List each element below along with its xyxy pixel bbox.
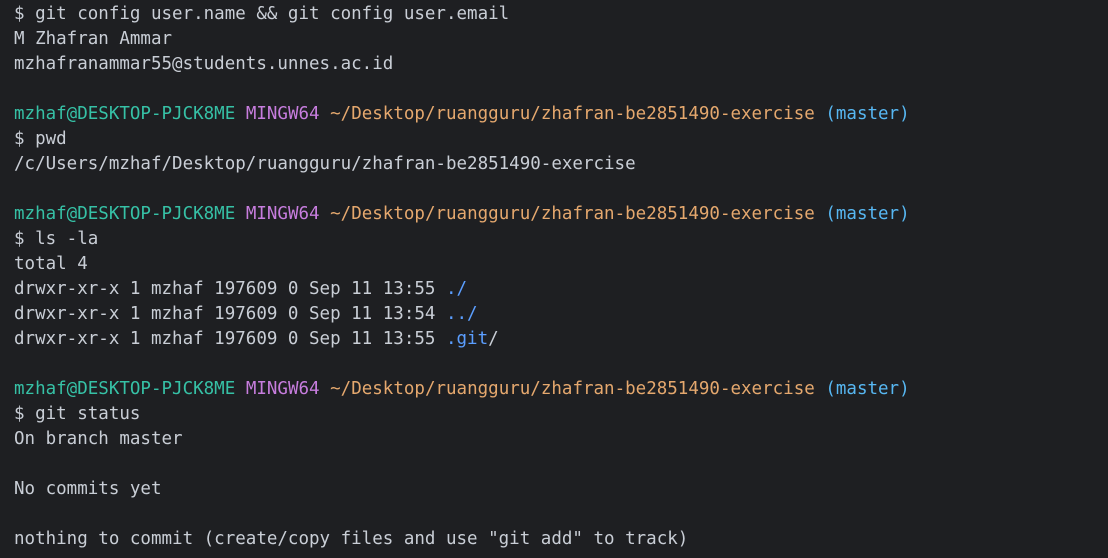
ls-row-meta: drwxr-xr-x 1 mzhaf 197609 0 Sep 11 13:55 (14, 279, 446, 299)
ls-row: drwxr-xr-x 1 mzhaf 197609 0 Sep 11 13:54… (14, 302, 1108, 327)
ls-row-name: .git (445, 329, 489, 349)
prompt-cwd: ~/Desktop/ruangguru/zhafran-be2851490-ex… (330, 104, 815, 124)
command-line: $ git status (14, 404, 141, 424)
prompt-branch-close: ) (899, 104, 910, 124)
prompt-msys: MINGW64 (245, 204, 320, 224)
output-line: nothing to commit (create/copy files and… (14, 529, 689, 549)
prompt-branch-open: ( (825, 204, 836, 224)
shell-prompt: mzhaf@DESKTOP-PJCK8ME MINGW64 ~/Desktop/… (14, 102, 1108, 127)
ls-row: drwxr-xr-x 1 mzhaf 197609 0 Sep 11 13:55… (14, 277, 1108, 302)
prompt-msys: MINGW64 (245, 104, 320, 124)
output-line: No commits yet (14, 479, 162, 499)
ls-row-meta: drwxr-xr-x 1 mzhaf 197609 0 Sep 11 13:55 (14, 329, 446, 349)
terminal-window[interactable]: $ git config user.name && git config use… (0, 0, 1108, 558)
ls-row-name: ../ (445, 304, 478, 324)
prompt-branch-open: ( (825, 379, 836, 399)
prompt-cwd: ~/Desktop/ruangguru/zhafran-be2851490-ex… (330, 379, 815, 399)
output-line: /c/Users/mzhaf/Desktop/ruangguru/zhafran… (14, 154, 636, 174)
output-line: M Zhafran Ammar (14, 29, 173, 49)
ls-row: drwxr-xr-x 1 mzhaf 197609 0 Sep 11 13:55… (14, 327, 1108, 352)
prompt-branch-close: ) (899, 379, 910, 399)
ls-row-name: ./ (445, 279, 468, 299)
output-line: total 4 (14, 254, 88, 274)
command-line: $ pwd (14, 129, 67, 149)
prompt-cwd: ~/Desktop/ruangguru/zhafran-be2851490-ex… (330, 204, 815, 224)
prompt-branch-close: ) (899, 204, 910, 224)
ls-row-meta: drwxr-xr-x 1 mzhaf 197609 0 Sep 11 13:54 (14, 304, 446, 324)
output-line: On branch master (14, 429, 183, 449)
prompt-branch: master (835, 104, 900, 124)
prompt-branch: master (835, 204, 900, 224)
prompt-user-host: mzhaf@DESKTOP-PJCK8ME (14, 379, 236, 399)
command-line: $ ls -la (14, 229, 99, 249)
prompt-branch-open: ( (825, 104, 836, 124)
prompt-branch: master (835, 379, 900, 399)
shell-prompt: mzhaf@DESKTOP-PJCK8ME MINGW64 ~/Desktop/… (14, 202, 1108, 227)
prompt-msys: MINGW64 (245, 379, 320, 399)
command-line: $ git config user.name && git config use… (14, 4, 510, 24)
ls-row-suffix: / (488, 329, 499, 349)
prompt-user-host: mzhaf@DESKTOP-PJCK8ME (14, 104, 236, 124)
prompt-user-host: mzhaf@DESKTOP-PJCK8ME (14, 204, 236, 224)
shell-prompt: mzhaf@DESKTOP-PJCK8ME MINGW64 ~/Desktop/… (14, 377, 1108, 402)
output-line: mzhafranammar55@students.unnes.ac.id (14, 54, 394, 74)
